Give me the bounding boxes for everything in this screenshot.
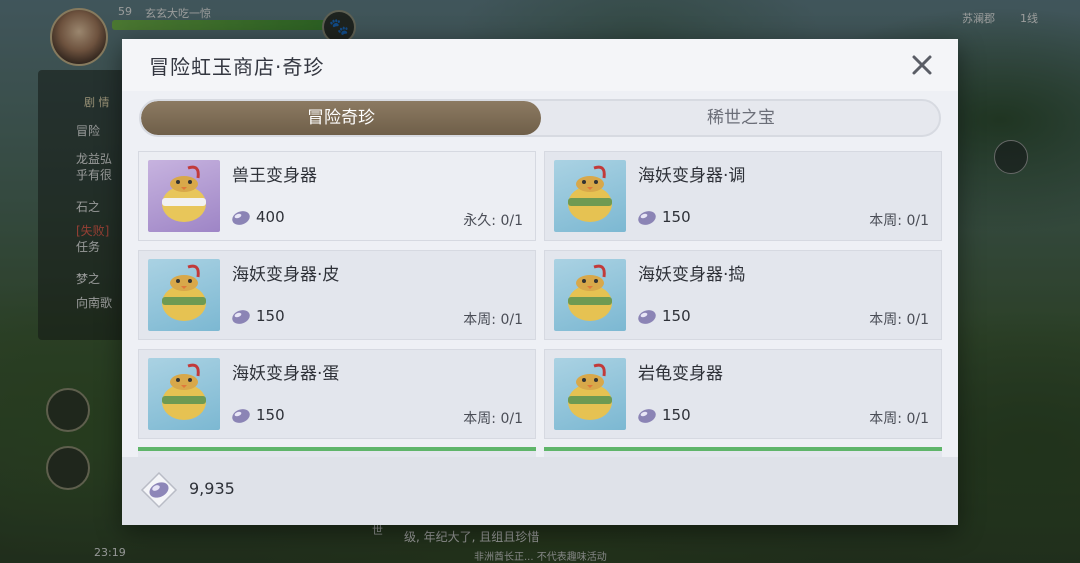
purchase-limit: 本周: 0/1 xyxy=(869,312,929,328)
shop-item-card-partial[interactable] xyxy=(138,447,536,457)
item-name: 海妖变身器·捣 xyxy=(638,265,746,285)
transform-jar-icon xyxy=(148,358,220,430)
rainbow-jade-icon xyxy=(638,409,656,423)
shop-item-card[interactable]: 岩龟变身器 150 本周: 0/1 xyxy=(544,349,942,439)
item-name: 海妖变身器·皮 xyxy=(232,265,340,285)
rainbow-jade-icon xyxy=(140,471,178,509)
close-icon xyxy=(912,55,932,75)
shop-item-card[interactable]: 海妖变身器·调 150 本周: 0/1 xyxy=(544,151,942,241)
purchase-limit: 本周: 0/1 xyxy=(869,411,929,427)
purchase-limit: 本周: 0/1 xyxy=(463,411,523,427)
item-name: 海妖变身器·蛋 xyxy=(232,364,340,384)
transform-jar-icon xyxy=(148,259,220,331)
transform-jar-icon xyxy=(554,160,626,232)
item-name: 岩龟变身器 xyxy=(638,364,723,384)
transform-jar-icon xyxy=(148,160,220,232)
item-price: 150 xyxy=(256,307,285,325)
transform-jar-icon xyxy=(554,358,626,430)
tab-adventure-treasure[interactable]: 冒险奇珍 xyxy=(141,101,541,135)
shop-item-card[interactable]: 海妖变身器·捣 150 本周: 0/1 xyxy=(544,250,942,340)
item-price: 150 xyxy=(662,307,691,325)
transform-jar-icon xyxy=(554,259,626,331)
purchase-limit: 本周: 0/1 xyxy=(869,213,929,229)
shop-item-card[interactable]: 兽王变身器 400 永久: 0/1 xyxy=(138,151,536,241)
rainbow-jade-icon xyxy=(638,310,656,324)
item-name: 海妖变身器·调 xyxy=(638,166,746,186)
item-price: 400 xyxy=(256,208,285,226)
item-name: 兽王变身器 xyxy=(232,166,317,186)
item-price: 150 xyxy=(256,406,285,424)
item-price: 150 xyxy=(662,406,691,424)
shop-tabs: 冒险奇珍 稀世之宝 xyxy=(139,99,941,137)
rainbow-jade-icon xyxy=(638,211,656,225)
rainbow-jade-icon xyxy=(232,310,250,324)
rainbow-jade-icon xyxy=(232,409,250,423)
currency-balance: 9,935 xyxy=(189,479,235,498)
shop-item-card-partial[interactable] xyxy=(544,447,942,457)
purchase-limit: 永久: 0/1 xyxy=(463,213,523,229)
item-price: 150 xyxy=(662,208,691,226)
shop-header: 冒险虹玉商店·奇珍 xyxy=(122,39,958,91)
shop-dialog: 冒险虹玉商店·奇珍 冒险奇珍 稀世之宝 兽王变身器 400 永久: 0/1 海妖… xyxy=(122,39,958,525)
shop-title: 冒险虹玉商店·奇珍 xyxy=(149,55,325,79)
item-grid[interactable]: 兽王变身器 400 永久: 0/1 海妖变身器·调 150 本周: 0/1 海妖… xyxy=(138,151,942,457)
shop-item-card[interactable]: 海妖变身器·蛋 150 本周: 0/1 xyxy=(138,349,536,439)
close-button[interactable] xyxy=(906,49,938,81)
tab-rare-treasure[interactable]: 稀世之宝 xyxy=(541,101,939,135)
rainbow-jade-icon xyxy=(232,211,250,225)
shop-item-card[interactable]: 海妖变身器·皮 150 本周: 0/1 xyxy=(138,250,536,340)
purchase-limit: 本周: 0/1 xyxy=(463,312,523,328)
currency-footer: 9,935 xyxy=(122,457,958,525)
